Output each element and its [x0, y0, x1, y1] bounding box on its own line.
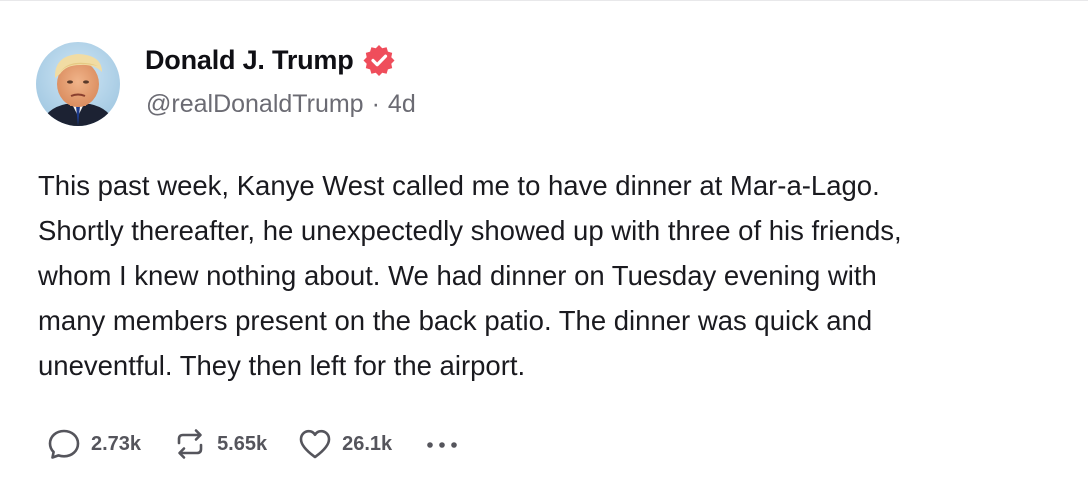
author-meta: @realDonaldTrump · 4d	[146, 90, 416, 119]
author-display-name[interactable]: Donald J. Trump	[145, 45, 354, 76]
heart-icon	[297, 426, 333, 462]
restate-icon	[172, 426, 208, 462]
like-count: 26.1k	[342, 432, 393, 455]
restate-count: 5.65k	[217, 432, 268, 455]
like-button[interactable]: 26.1k	[297, 426, 392, 462]
more-options-button[interactable]	[424, 425, 460, 463]
author-name-row: Donald J. Trump	[145, 42, 396, 78]
verified-badge-icon	[362, 43, 396, 77]
post-text: This past week, Kanye West called me to …	[38, 170, 902, 381]
post: Donald J. Trump @realDonaldTrump · 4d Th…	[0, 0, 1088, 494]
meta-separator: ·	[371, 90, 380, 118]
action-bar: 2.73k 5.65k 26.1k	[46, 424, 460, 464]
more-icon	[424, 427, 460, 463]
reply-button[interactable]: 2.73k	[46, 426, 141, 462]
reply-count: 2.73k	[91, 432, 142, 455]
restate-button[interactable]: 5.65k	[172, 426, 267, 462]
author-handle[interactable]: @realDonaldTrump	[146, 90, 364, 119]
avatar[interactable]	[36, 42, 120, 126]
post-timestamp[interactable]: 4d	[388, 90, 416, 119]
reply-icon	[46, 426, 82, 462]
